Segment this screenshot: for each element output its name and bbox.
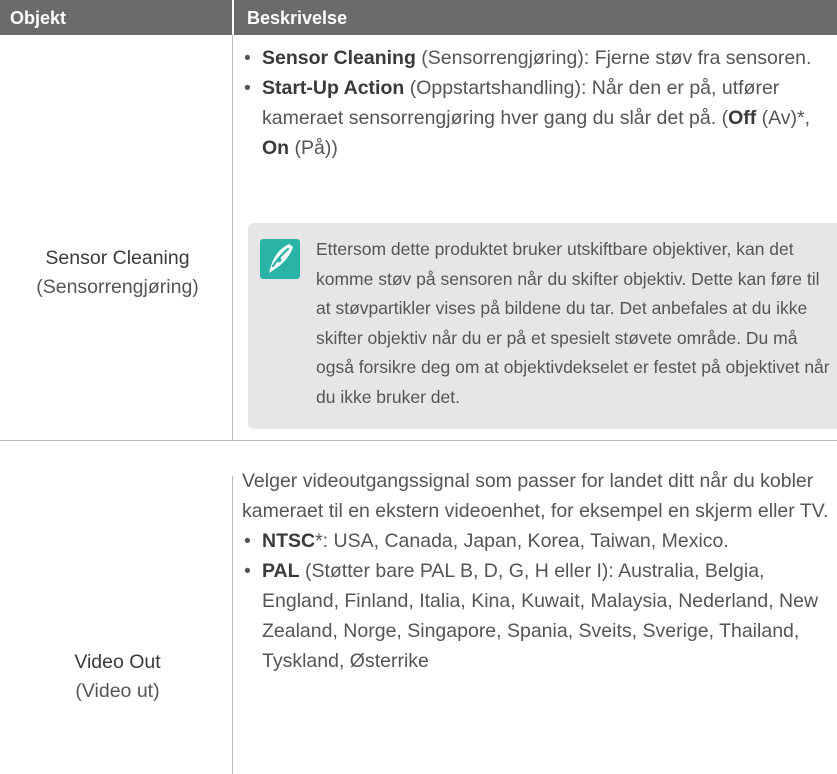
row-video-out-description: Velger videoutgangssignal som passer for… <box>242 466 832 676</box>
column-divider <box>232 35 233 440</box>
term: Start-Up Action <box>262 77 405 99</box>
term: NTSC <box>262 530 316 552</box>
object-translation: (Sensorrengjøring) <box>36 276 199 298</box>
object-translation: (Video ut) <box>75 680 160 702</box>
bullet: • <box>244 530 251 552</box>
table-header: Objekt Beskrivelse <box>0 0 837 35</box>
term-description: (Sensorrengjøring): Fjerne støv fra sens… <box>415 47 812 69</box>
list-item: • Sensor Cleaning (Sensorrengjøring): Fj… <box>242 43 832 73</box>
list-item: • Start-Up Action (Oppstartshandling): N… <box>242 73 832 163</box>
option-off-text: (Av)*, <box>756 107 811 129</box>
column-divider <box>232 476 233 774</box>
bullet: • <box>244 560 251 582</box>
option-on-text: (På)) <box>289 137 338 159</box>
header-description: Beskrivelse <box>247 8 348 28</box>
header-divider <box>232 0 234 35</box>
row-sensor-cleaning-object: Sensor Cleaning (Sensorrengjøring) <box>10 244 225 302</box>
term-description: (Støtter bare PAL B, D, G, H eller I): A… <box>262 560 819 672</box>
option-on: On <box>262 137 290 159</box>
note-text: Ettersom dette produktet bruker utskiftb… <box>316 239 830 407</box>
header-object: Objekt <box>10 8 67 28</box>
list-item: • PAL (Støtter bare PAL B, D, G, H eller… <box>242 556 832 676</box>
row-sensor-cleaning-description: • Sensor Cleaning (Sensorrengjøring): Fj… <box>242 43 832 163</box>
object-name: Video Out <box>74 651 161 673</box>
object-name: Sensor Cleaning <box>45 247 190 269</box>
settings-table: Objekt Beskrivelse Sensor Cleaning (Sens… <box>0 0 837 774</box>
row-video-out-object: Video Out (Video ut) <box>10 648 225 706</box>
list-item: • NTSC*: USA, Canada, Japan, Korea, Taiw… <box>242 526 832 556</box>
note-pen-icon <box>260 239 300 279</box>
intro-text: Velger videoutgangssignal som passer for… <box>242 470 829 522</box>
term-description: *: USA, Canada, Japan, Korea, Taiwan, Me… <box>315 530 729 552</box>
term: Sensor Cleaning <box>262 47 416 69</box>
bullet: • <box>244 47 251 69</box>
term: PAL <box>262 560 300 582</box>
bullet: • <box>244 77 251 99</box>
row-divider <box>0 440 837 441</box>
note-box: Ettersom dette produktet bruker utskiftb… <box>248 223 837 429</box>
option-off: Off <box>728 107 757 129</box>
